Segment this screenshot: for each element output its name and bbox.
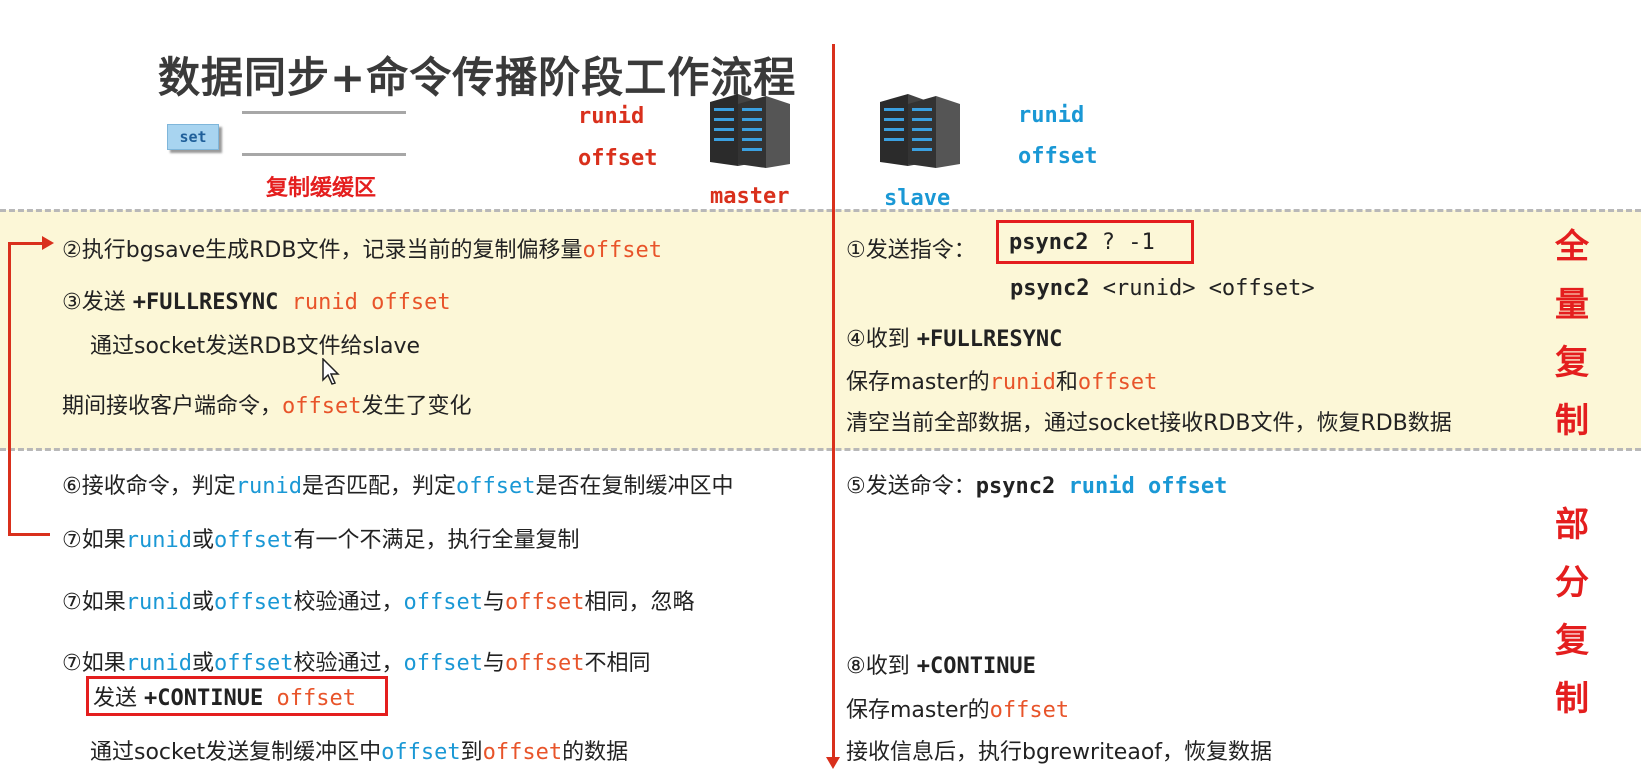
step-7c-line: ⑦如果runid或offset校验通过，offset与offset不相同 <box>62 651 651 676</box>
step-1-prefix: ①发送指令： <box>846 238 976 263</box>
during-line: 期间接收客户端命令，offset发生了变化 <box>62 394 472 419</box>
step-2-line: ②执行bgsave生成RDB文件，记录当前的复制偏移量offset <box>62 238 662 263</box>
buffer-label: 复制缓缓区 <box>266 176 377 201</box>
psync2-syntax: psync2 <runid> <offset> <box>1010 276 1315 301</box>
page-title: 数据同步+命令传播阶段工作流程 <box>158 53 797 102</box>
buffer-line-top <box>242 111 406 114</box>
full-sync-label: 全量复制 <box>1555 227 1589 441</box>
step-7a-line: ⑦如果runid或offset有一个不满足，执行全量复制 <box>62 528 580 553</box>
step-5-line: ⑤发送命令：psync2 runid offset <box>846 474 1228 499</box>
fallback-arrow-vertical <box>8 242 11 536</box>
master-runid-label: runid <box>578 104 645 129</box>
timeline-arrowhead <box>826 757 840 769</box>
save-runid-offset-line: 保存master的runid和offset <box>846 370 1158 395</box>
top-dashed-divider <box>0 209 1641 212</box>
timeline-divider <box>832 44 835 764</box>
slave-label: slave <box>884 186 951 211</box>
middle-dashed-divider <box>0 448 1641 451</box>
step-3-line: ③发送 +FULLRESYNC runid offset <box>62 290 451 315</box>
clear-data-line: 清空当前全部数据，通过socket接收RDB文件，恢复RDB数据 <box>846 411 1452 436</box>
fallback-arrow-top <box>8 242 44 245</box>
slave-offset-label: offset <box>1018 144 1098 169</box>
fallback-arrow-bottom <box>8 533 50 536</box>
slave-server-icon <box>880 94 960 168</box>
send-continue-box: 发送 +CONTINUE offset <box>86 676 388 716</box>
mouse-cursor-icon <box>322 357 342 390</box>
master-server-icon <box>710 94 790 168</box>
step-4-line: ④收到 +FULLRESYNC <box>846 327 1063 352</box>
step-6-line: ⑥接收命令，判定runid是否匹配，判定offset是否在复制缓冲区中 <box>62 474 734 499</box>
set-command-tag: set <box>167 124 219 150</box>
master-label: master <box>710 184 790 209</box>
slave-runid-label: runid <box>1018 103 1085 128</box>
step-3-detail: 通过socket发送RDB文件给slave <box>90 334 421 359</box>
recover-data-line: 接收信息后，执行bgrewriteaof，恢复数据 <box>846 740 1273 765</box>
step-8-line: ⑧收到 +CONTINUE <box>846 654 1036 679</box>
buffer-line-bottom <box>242 153 406 156</box>
send-buffer-line: 通过socket发送复制缓冲区中offset到offset的数据 <box>90 740 629 765</box>
save-offset-line: 保存master的offset <box>846 698 1070 723</box>
psync2-initial-box: psync2 ? -1 <box>996 220 1194 264</box>
master-offset-label: offset <box>578 146 658 171</box>
fallback-arrow-head <box>42 236 54 250</box>
step-7b-line: ⑦如果runid或offset校验通过，offset与offset相同，忽略 <box>62 590 695 615</box>
partial-sync-label: 部分复制 <box>1555 505 1589 719</box>
